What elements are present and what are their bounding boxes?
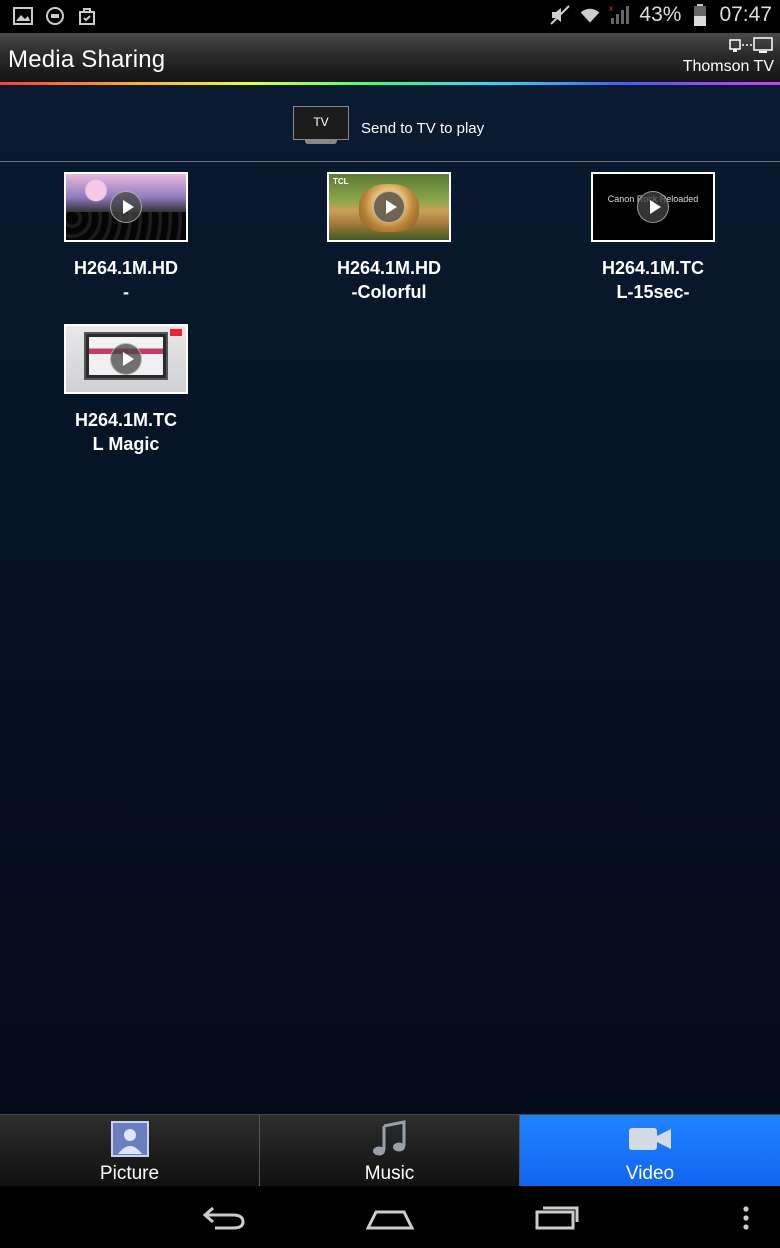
store-notification-icon: [76, 5, 98, 27]
recent-apps-button[interactable]: [533, 1200, 583, 1234]
tab-label: Picture: [99, 1163, 160, 1184]
video-title: H264.1M.HD -: [36, 256, 216, 304]
video-title-line2: L-15sec-: [616, 282, 690, 302]
status-bar: x 43% 07:47: [0, 0, 780, 33]
device-name: Thomson TV: [682, 58, 774, 75]
clock: 07:47: [719, 3, 772, 26]
svg-text:x: x: [609, 4, 613, 13]
music-icon: [372, 1120, 405, 1156]
play-icon: [110, 191, 142, 223]
send-to-tv-label: Send to TV to play: [361, 120, 485, 137]
recent-apps-icon: [535, 1206, 579, 1230]
tv-stand: [305, 140, 337, 144]
battery-percent: 43%: [639, 3, 682, 26]
video-item-4[interactable]: H264.1M.TC L Magic: [36, 324, 216, 456]
back-icon: [202, 1206, 245, 1230]
picture-icon: [110, 1121, 149, 1157]
send-to-tv-button[interactable]: TV: [293, 106, 351, 146]
video-title: H264.1M.HD -Colorful: [299, 256, 479, 304]
home-button[interactable]: [365, 1200, 415, 1234]
video-title-line2: L Magic: [92, 434, 160, 454]
video-thumbnail[interactable]: [64, 172, 188, 242]
home-icon: [365, 1210, 415, 1230]
video-thumbnail[interactable]: TCL: [327, 172, 451, 242]
back-button[interactable]: [199, 1200, 249, 1234]
overflow-icon: [743, 1206, 749, 1230]
thumbnail-logo: TCL: [333, 177, 349, 186]
video-title-line1: H264.1M.TC: [601, 258, 705, 278]
video-title-line2: -: [123, 282, 129, 302]
tab-label: Video: [625, 1163, 675, 1184]
gallery-notification-icon: [12, 5, 34, 27]
video-item-2[interactable]: TCL H264.1M.HD -Colorful: [299, 172, 479, 304]
tv-icon-label: TV: [313, 115, 329, 129]
video-thumbnail[interactable]: Canon Rock Reloaded: [591, 172, 715, 242]
video-item-3[interactable]: Canon Rock Reloaded H264.1M.TC L-15sec-: [563, 172, 743, 304]
media-tab-bar: Picture Music Video: [0, 1114, 780, 1187]
send-to-tv-row: TV Send to TV to play: [0, 86, 780, 162]
tab-music[interactable]: Music: [260, 1115, 520, 1187]
video-title: H264.1M.TC L Magic: [36, 408, 216, 456]
action-bar: Media Sharing Thomson TV: [0, 33, 780, 82]
signal-icon: x: [609, 4, 631, 26]
thumbnail-badge: [170, 329, 182, 336]
video-icon: [629, 1128, 671, 1150]
mute-icon: [549, 4, 571, 26]
system-nav-bar: [0, 1186, 780, 1248]
video-title: H264.1M.TC L-15sec-: [563, 256, 743, 304]
video-item-1[interactable]: H264.1M.HD -: [36, 172, 216, 304]
video-title-line1: H264.1M.HD: [73, 258, 179, 278]
sync-notification-icon: [44, 5, 66, 27]
tv-icon: TV: [293, 106, 349, 140]
video-title-line1: H264.1M.TC: [74, 410, 178, 430]
video-title-line2: -Colorful: [351, 282, 427, 302]
play-icon: [373, 191, 405, 223]
play-icon: [637, 191, 669, 223]
tab-picture[interactable]: Picture: [0, 1115, 260, 1187]
video-title-line1: H264.1M.HD: [336, 258, 442, 278]
phone-to-tv-icon: [729, 37, 773, 53]
overflow-menu-button[interactable]: [738, 1200, 754, 1234]
tab-video[interactable]: Video: [520, 1115, 780, 1187]
rainbow-divider: [0, 82, 780, 85]
video-thumbnail[interactable]: [64, 324, 188, 394]
battery-icon: [689, 4, 711, 26]
wifi-icon: [579, 4, 601, 26]
tab-label: Music: [364, 1163, 415, 1184]
connected-device[interactable]: Thomson TV: [683, 37, 774, 76]
app-title: Media Sharing: [8, 46, 166, 73]
play-icon: [110, 343, 142, 375]
